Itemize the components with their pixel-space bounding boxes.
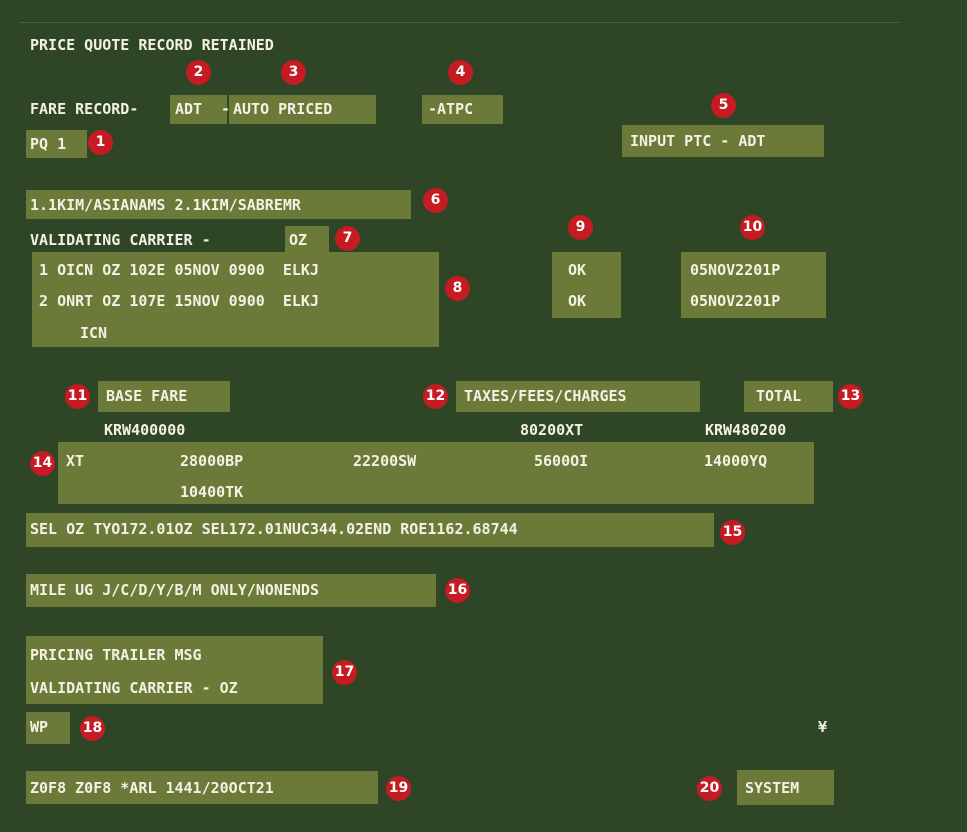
callout-badge-13: 13 [838,384,863,409]
xt-tax-oi: 5600OI [534,452,589,470]
callout-badge-15: 15 [720,520,745,545]
segment-2-status: OK [568,292,587,310]
fare-record-dash: - [221,100,231,118]
callout-badge-16: 16 [445,578,470,603]
segment-2-date: 05NOV2201P [690,292,781,310]
callout-badge-8: 8 [445,276,470,301]
passenger-names: 1.1KIM/ASIANAMS 2.1KIM/SABREMR [30,196,301,214]
callout-badge-6: 6 [423,188,448,213]
xt-breakdown-highlight [58,442,814,504]
callout-badge-18: 18 [80,716,105,741]
xt-tax-sw: 22200SW [353,452,417,470]
trailer-line-2: VALIDATING CARRIER - OZ [30,679,238,697]
fare-record-prefix: FARE RECORD- [30,100,139,118]
input-ptc: INPUT PTC - ADT [630,132,766,150]
validating-carrier-label: VALIDATING CARRIER - [30,231,220,249]
segment-final-city: ICN [80,324,108,342]
total-label: TOTAL [756,387,802,405]
xt-tax-bp: 28000BP [180,452,244,470]
callout-badge-7: 7 [335,226,360,251]
xt-tax-yq: 14000YQ [704,452,768,470]
callout-badge-11: 11 [65,384,90,409]
pq-terminal-screen: PRICE QUOTE RECORD RETAINED FARE RECORD-… [0,0,967,832]
xt-tax-tk: 10400TK [180,483,244,501]
taxes-label: TAXES/FEES/CHARGES [464,387,627,405]
fare-calculation: SEL OZ TYO172.01OZ SEL172.01NUC344.02END… [30,520,518,538]
callout-badge-19: 19 [386,776,411,801]
top-divider [20,22,900,23]
segment-2: 2 ONRT OZ 107E 15NOV 0900 ELKJ [30,292,319,310]
total-value: KRW480200 [705,421,787,439]
callout-badge-3: 3 [281,60,306,85]
base-fare-value: KRW400000 [104,421,186,439]
agent-line: Z0F8 Z0F8 *ARL 1441/20OCT21 [30,779,274,797]
callout-badge-4: 4 [448,60,473,85]
callout-badge-1: 1 [88,130,113,155]
taxes-value: 80200XT [520,421,584,439]
segment-1-status: OK [568,261,587,279]
endorsement: MILE UG J/C/D/Y/B/M ONLY/NONENDS [30,581,319,599]
status-highlight [552,252,621,318]
passenger-type-code: ADT [175,100,203,118]
auto-priced-label: AUTO PRICED [233,100,333,118]
callout-badge-5: 5 [711,93,736,118]
command-input[interactable]: WP [30,717,48,737]
callout-badge-9: 9 [568,215,593,240]
callout-badge-12: 12 [423,384,448,409]
callout-badge-17: 17 [332,660,357,685]
atpc-label: -ATPC [428,100,474,118]
pq-number: PQ 1 [30,135,67,153]
segment-1: 1 OICN OZ 102E 05NOV 0900 ELKJ [30,261,319,279]
base-fare-label: BASE FARE [106,387,188,405]
cursor-symbol: ¥ [818,718,828,736]
xt-label: XT [66,452,85,470]
callout-badge-20: 20 [697,776,722,801]
callout-badge-10: 10 [740,215,765,240]
callout-badge-2: 2 [186,60,211,85]
system-label: SYSTEM [745,779,800,797]
validating-carrier-code: OZ [289,231,308,249]
header-title: PRICE QUOTE RECORD RETAINED [30,36,274,54]
trailer-line-1: PRICING TRAILER MSG [30,646,202,664]
callout-badge-14: 14 [30,451,55,476]
segment-1-date: 05NOV2201P [690,261,781,279]
